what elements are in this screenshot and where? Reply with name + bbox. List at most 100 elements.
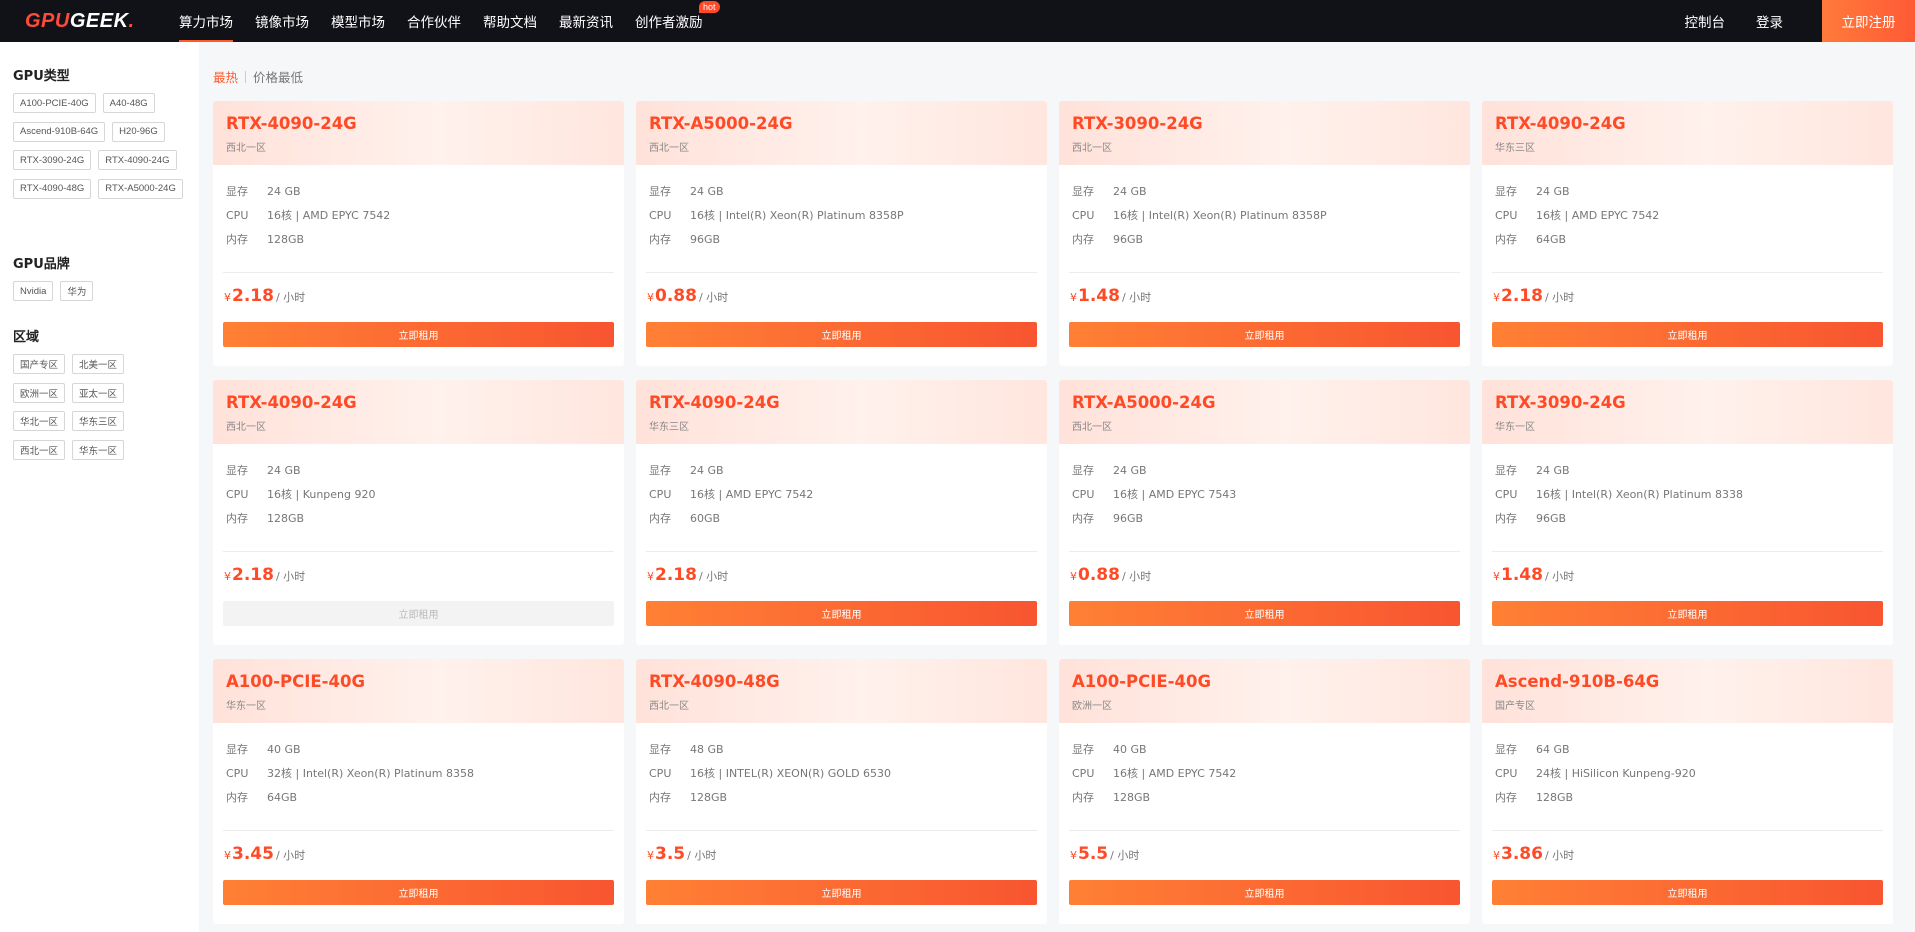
rent-now-button[interactable]: 立即租用: [223, 322, 614, 347]
gpu-card: A100-PCIE-40G 欧洲一区 显存 40 GB CPU 16核 | AMD EPY…: [1059, 659, 1470, 924]
filter-tag-region[interactable]: 国产专区: [13, 354, 66, 374]
filter-tag-brand[interactable]: Nvidia: [13, 281, 54, 301]
gpu-region: 华东三区: [1495, 143, 1535, 154]
rent-now-button[interactable]: 立即租用: [1492, 880, 1883, 905]
spec-memory: 内存 128GB: [226, 231, 304, 247]
spec-vram: 显存 24 GB: [1072, 462, 1147, 478]
spec-label: 内存: [1072, 512, 1094, 525]
spec-memory: 内存 128GB: [1072, 789, 1150, 805]
filter-tag-gpu-type[interactable]: A40-48G: [102, 93, 155, 113]
card-header: RTX-A5000-24G 西北一区: [1059, 380, 1470, 444]
spec-value: 16核 | AMD EPYC 7543: [1113, 488, 1237, 501]
nav-latest-news[interactable]: 最新资讯: [559, 0, 613, 42]
filter-tag-region[interactable]: 华东一区: [72, 439, 125, 460]
spec-vram: 显存 40 GB: [1072, 741, 1147, 757]
spec-label: 显存: [1495, 743, 1517, 756]
card-divider: [646, 272, 1037, 273]
price-unit: / 小时: [698, 570, 729, 583]
filter-tag-gpu-type[interactable]: RTX-4090-24G: [98, 150, 177, 170]
spec-value: 32核 | Intel(R) Xeon(R) Platinum 8358: [267, 767, 474, 780]
gpu-region: 西北一区: [1072, 143, 1112, 154]
spec-value: 128GB: [267, 233, 305, 246]
currency-symbol: ¥: [1493, 849, 1500, 862]
rent-now-button[interactable]: 立即租用: [1069, 880, 1460, 905]
filter-tag-region[interactable]: 华北一区: [13, 411, 66, 431]
hourly-price: ¥2.18/ 小时: [224, 286, 305, 306]
filter-tag-gpu-type[interactable]: RTX-A5000-24G: [98, 178, 183, 199]
gpugeek-logo[interactable]: GPU GEEK.: [25, 6, 135, 36]
spec-label: 内存: [226, 233, 248, 246]
sort-hottest[interactable]: 最热: [213, 67, 238, 86]
spec-value: 24 GB: [1113, 185, 1147, 198]
spec-value: 24 GB: [267, 464, 301, 477]
sort-lowest-price[interactable]: 价格最低: [253, 67, 303, 86]
price-unit: / 小时: [1544, 570, 1575, 583]
filter-tag-gpu-type[interactable]: A100-PCIE-40G: [13, 93, 96, 113]
currency-symbol: ¥: [224, 570, 231, 583]
spec-label: CPU: [1495, 488, 1518, 501]
spec-vram: 显存 24 GB: [649, 462, 724, 478]
rent-now-button[interactable]: 立即租用: [1069, 322, 1460, 347]
card-header: RTX-4090-24G 西北一区: [213, 380, 624, 444]
spec-vram: 显存 24 GB: [649, 183, 724, 199]
spec-value: 40 GB: [267, 743, 301, 756]
rent-now-button[interactable]: 立即租用: [646, 601, 1037, 626]
rent-now-button[interactable]: 立即租用: [1492, 322, 1883, 347]
spec-value: 16核 | Intel(R) Xeon(R) Platinum 8358P: [1113, 209, 1327, 222]
filter-tag-region[interactable]: 北美一区: [72, 354, 125, 374]
filter-tag-gpu-type[interactable]: RTX-3090-24G: [13, 150, 92, 170]
rent-now-button[interactable]: 立即租用: [1492, 601, 1883, 626]
currency-symbol: ¥: [1070, 570, 1077, 583]
rent-now-button[interactable]: 立即租用: [223, 601, 614, 626]
price-value: 3.86: [1501, 844, 1543, 864]
card-divider: [1492, 551, 1883, 552]
filter-tag-gpu-type[interactable]: RTX-4090-48G: [13, 178, 92, 199]
nav-help-docs[interactable]: 帮助文档: [483, 0, 537, 42]
gpu-card: RTX-4090-24G 西北一区 显存 24 GB CPU 16核 | Kunpeng …: [213, 380, 624, 645]
spec-value: 128GB: [690, 791, 728, 804]
region-tags: 国产专区 北美一区 欧洲一区 亚太一区 华北一区 华东三区 西北一区 华东一区: [13, 354, 143, 468]
spec-memory: 内存 60GB: [649, 510, 720, 526]
gpu-region: 西北一区: [649, 143, 689, 154]
filter-tag-region[interactable]: 亚太一区: [72, 382, 125, 403]
register-button[interactable]: 立即注册: [1822, 0, 1915, 42]
spec-value: 96GB: [1113, 233, 1144, 246]
rent-now-button[interactable]: 立即租用: [646, 880, 1037, 905]
rent-now-button[interactable]: 立即租用: [646, 322, 1037, 347]
filter-tag-region[interactable]: 华东三区: [72, 411, 125, 431]
spec-memory: 内存 96GB: [1495, 510, 1566, 526]
nav-compute-market[interactable]: 算力市场: [179, 0, 233, 42]
filter-tag-region[interactable]: 欧洲一区: [13, 382, 66, 403]
gpu-model-name: A100-PCIE-40G: [226, 672, 366, 691]
card-header: RTX-3090-24G 华东一区: [1482, 380, 1893, 444]
nav-model-market[interactable]: 模型市场: [331, 0, 385, 42]
top-navbar: GPU GEEK. 算力市场 镜像市场 模型市场 合作伙伴 帮助文档 最新资讯 创…: [0, 0, 1915, 42]
gpu-type-filter: GPU类型 A100-PCIE-40G A40-48G Ascend-910B-…: [13, 65, 193, 207]
currency-symbol: ¥: [1070, 291, 1077, 304]
hourly-price: ¥3.86/ 小时: [1493, 844, 1574, 864]
price-unit: / 小时: [275, 849, 306, 862]
card-header: A100-PCIE-40G 欧洲一区: [1059, 659, 1470, 723]
logo-text-geek: GEEK: [69, 9, 129, 32]
card-divider: [1069, 830, 1460, 831]
nav-image-market[interactable]: 镜像市场: [255, 0, 309, 42]
filter-tag-brand[interactable]: 华为: [60, 281, 94, 301]
filter-tag-gpu-type[interactable]: H20-96G: [112, 121, 165, 142]
spec-value: 64GB: [1536, 233, 1567, 246]
rent-now-button[interactable]: 立即租用: [223, 880, 614, 905]
filter-sidebar: GPU类型 A100-PCIE-40G A40-48G Ascend-910B-…: [0, 42, 199, 932]
logo-dot: .: [128, 9, 135, 32]
currency-symbol: ¥: [647, 849, 654, 862]
spec-label: 内存: [1072, 791, 1094, 804]
nav-partners[interactable]: 合作伙伴: [407, 0, 461, 42]
console-link[interactable]: 控制台: [1685, 11, 1726, 31]
filter-tag-gpu-type[interactable]: Ascend-910B-64G: [13, 121, 106, 142]
nav-creator-incentive[interactable]: 创作者激励 hot: [635, 0, 720, 42]
spec-label: 显存: [1072, 185, 1094, 198]
filter-tag-region[interactable]: 西北一区: [13, 439, 66, 460]
hourly-price: ¥0.88/ 小时: [1070, 565, 1151, 585]
spec-label: 内存: [1495, 791, 1517, 804]
login-link[interactable]: 登录: [1756, 11, 1783, 31]
rent-now-button[interactable]: 立即租用: [1069, 601, 1460, 626]
spec-label: CPU: [649, 488, 672, 501]
